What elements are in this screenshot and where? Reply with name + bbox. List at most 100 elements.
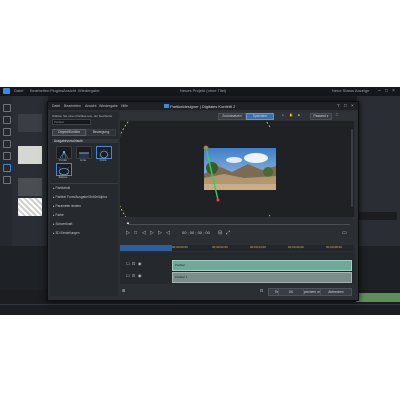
canvas-scrollbar[interactable] bbox=[351, 129, 353, 207]
close-icon[interactable]: × bbox=[392, 88, 395, 94]
dialog-menu-item[interactable]: Bearbeiten bbox=[64, 104, 81, 108]
panel-hint: Wählen Sie einen Partikel aus, der bearb… bbox=[52, 114, 113, 118]
ruler-tick: 00;00;04;00 bbox=[250, 245, 266, 249]
preset-label: Ellipse bbox=[58, 175, 68, 179]
tab-motion[interactable]: Bewegung bbox=[86, 129, 116, 136]
transition-room-icon[interactable] bbox=[3, 164, 11, 172]
share-icon[interactable]: ⊡ bbox=[260, 288, 263, 293]
main-menu-item[interactable]: Ansicht bbox=[63, 88, 76, 93]
particle-room-icon[interactable] bbox=[3, 152, 11, 160]
lock-icon[interactable]: ⊡ bbox=[132, 273, 135, 278]
next-frame-icon[interactable]: ▷ bbox=[150, 230, 154, 236]
title-room-icon[interactable] bbox=[3, 116, 11, 124]
settings-item[interactable]: ▸ 3D Einstellungen bbox=[53, 231, 80, 235]
library-thumbnail[interactable] bbox=[18, 178, 42, 196]
divider bbox=[50, 183, 118, 184]
effect-room-icon[interactable] bbox=[3, 128, 11, 136]
maximize-icon[interactable]: □ bbox=[344, 103, 347, 108]
help-icon[interactable]: ? bbox=[337, 103, 340, 108]
preview-monitor-icon[interactable]: ▭ bbox=[342, 230, 347, 236]
track-checkbox[interactable]: ☐ bbox=[126, 261, 130, 266]
zoom-select[interactable]: Passend ▾ bbox=[310, 113, 332, 120]
scrub-track bbox=[128, 224, 350, 225]
zoom-value: Passend bbox=[313, 114, 326, 118]
timeline-clip[interactable] bbox=[356, 293, 400, 302]
add-track-icon[interactable]: ⊞ bbox=[122, 288, 125, 293]
save-button[interactable]: Speichern bbox=[246, 113, 274, 120]
library-thumbnail[interactable] bbox=[18, 146, 42, 164]
settings-item[interactable]: ▸ Partikel Form/Ausgabe/Größe/Alpha bbox=[53, 195, 107, 199]
particle-designer-dialog: Datei Bearbeiten Ansicht Wiedergabe Hilf… bbox=[47, 101, 359, 301]
settings-item-label: 3D Einstellungen bbox=[55, 231, 80, 235]
handle-end[interactable] bbox=[216, 198, 220, 202]
settings-item-label: Partikel Form/Ausgabe/Größe/Alpha bbox=[55, 195, 107, 199]
time-ruler[interactable]: 00;00;00;00 00;00;02;00 00;00;04;00 00;0… bbox=[120, 245, 354, 251]
app-title: Neues Projekt (ohne Titel) bbox=[180, 88, 227, 93]
main-menu-item[interactable]: Bearbeiten bbox=[30, 88, 49, 93]
dialog-menu-item[interactable]: Datei bbox=[52, 104, 60, 108]
close-icon[interactable]: × bbox=[351, 103, 354, 108]
ok-button[interactable]: OK bbox=[278, 288, 304, 296]
stop-icon[interactable]: □ bbox=[134, 230, 137, 236]
track-checkbox[interactable]: ☐ bbox=[126, 273, 130, 278]
settings-item[interactable]: ▸ Partikelstil bbox=[53, 186, 70, 190]
volume-icon[interactable]: ◁ bbox=[166, 230, 170, 236]
play-icon[interactable]: ▷ bbox=[126, 230, 130, 236]
track-divider bbox=[0, 304, 400, 305]
tab-object[interactable]: Objekt/Emitter bbox=[52, 129, 86, 136]
emitter-center bbox=[204, 146, 208, 150]
dialog-title: Partikeldesigner | Digitales Konfetti 2 bbox=[170, 103, 236, 109]
cancel-button[interactable]: Abbrechen bbox=[320, 288, 352, 296]
previous-frame-icon[interactable]: ◁ bbox=[142, 230, 146, 236]
main-menu-item[interactable]: Wiedergabe bbox=[78, 88, 100, 93]
main-menu-item[interactable]: Plugins bbox=[50, 88, 63, 93]
dialog-menu-item[interactable]: Hilfe bbox=[121, 104, 128, 108]
preset-label: Punkt bbox=[59, 158, 67, 162]
preview-controls bbox=[359, 212, 397, 220]
settings-item-label: Partikelstil bbox=[55, 186, 71, 190]
eye-icon[interactable]: ◉ bbox=[138, 261, 142, 266]
fast-forward-icon[interactable]: ▷ bbox=[158, 230, 162, 236]
settings-item-label: Parameter ändern bbox=[55, 204, 82, 208]
track-clip[interactable]: Partikel 1 bbox=[172, 272, 352, 283]
audio-room-icon[interactable] bbox=[3, 176, 11, 184]
eye-icon[interactable]: ◉ bbox=[138, 273, 142, 278]
particle-select[interactable]: Partikel bbox=[52, 119, 91, 125]
minimize-icon[interactable]: – bbox=[378, 88, 381, 94]
pip-room-icon[interactable] bbox=[3, 140, 11, 148]
settings-item-label: Farbe bbox=[55, 213, 64, 217]
dialog-icon bbox=[164, 104, 169, 108]
reset-button[interactable]: Zurücksetzen bbox=[218, 113, 246, 120]
lock-icon[interactable]: ⊡ bbox=[132, 261, 135, 266]
emitter-handles bbox=[203, 145, 220, 202]
dialog-menu-item[interactable]: Ansicht bbox=[85, 104, 96, 108]
settings-item[interactable]: ▸ Parameter ändern bbox=[53, 204, 81, 208]
snapshot-icon[interactable]: ⊟ bbox=[218, 230, 222, 236]
media-room-icon[interactable] bbox=[3, 104, 11, 112]
hand-icon[interactable]: ✋ bbox=[288, 113, 294, 118]
library-thumbnail[interactable] bbox=[18, 198, 42, 216]
pointer-icon[interactable]: ➤ bbox=[280, 113, 286, 118]
library-thumbnail[interactable] bbox=[18, 114, 42, 132]
track-clip[interactable]: Partikel bbox=[172, 260, 352, 271]
section-header[interactable]: Ausgabevorschlaufe bbox=[52, 139, 118, 143]
ruler-tick: 00;00;06;00 bbox=[288, 245, 304, 249]
dialog-menu-item[interactable]: Wiedergabe bbox=[99, 104, 118, 108]
maximize-icon[interactable]: □ bbox=[385, 88, 388, 94]
track-area: ☐ ⊡ ◉ ☐ ⊡ ◉ Partikel Partikel 1 bbox=[120, 252, 354, 284]
settings-item[interactable]: ▸ Farbe bbox=[53, 213, 64, 217]
fit-icon[interactable]: ⤢ bbox=[226, 230, 230, 236]
zoom-icon[interactable]: ⊕ bbox=[296, 113, 302, 118]
fullscreen-icon[interactable]: ⛶ bbox=[334, 113, 340, 118]
preview-panel bbox=[357, 96, 400, 246]
designer-toolbar: Zurücksetzen Speichern ➤ ✋ ⊕ Passend ▾ ⛶ bbox=[120, 112, 356, 120]
preview-canvas[interactable] bbox=[120, 121, 354, 217]
playback-controls: ▷ □ ◁ ▷ ▷ ◁ 00 ; 00 ; 00 ; 00 ⊟ ⤢ ▭ bbox=[120, 227, 354, 239]
direction-handle[interactable] bbox=[205, 147, 219, 201]
library-panel bbox=[12, 96, 48, 246]
scrub-bar[interactable]: ▲ bbox=[120, 219, 354, 226]
preset-label: Linie bbox=[79, 158, 87, 162]
timecode[interactable]: 00 ; 00 ; 00 ; 00 bbox=[182, 230, 210, 235]
settings-item[interactable]: ▸ Schwerkraft bbox=[53, 222, 72, 226]
main-menu-item[interactable]: Datei bbox=[14, 88, 23, 93]
